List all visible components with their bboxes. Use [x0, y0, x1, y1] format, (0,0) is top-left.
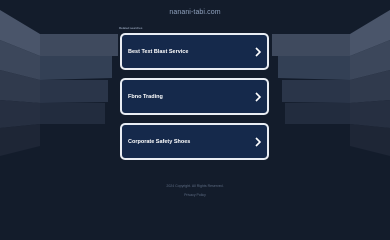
chevron-right-icon: [255, 46, 262, 57]
related-link-label: Best Text Blast Service: [128, 48, 189, 55]
domain-title: nanani-tabi.com: [169, 9, 221, 16]
related-link-label: Fbno Trading: [128, 93, 163, 100]
privacy-policy-link[interactable]: Privacy Policy: [0, 193, 390, 197]
related-link-1[interactable]: Best Text Blast Service: [120, 33, 269, 70]
chevron-right-icon: [255, 91, 262, 102]
related-link-label: Corporate Safety Shoes: [128, 138, 191, 145]
related-searches-label: Related searches: [119, 26, 143, 30]
copyright-text: 2024 Copyright. All Rights Reserved.: [166, 184, 224, 188]
chevron-right-icon: [255, 136, 262, 147]
related-link-3[interactable]: Corporate Safety Shoes: [120, 123, 269, 160]
related-link-2[interactable]: Fbno Trading: [120, 78, 269, 115]
